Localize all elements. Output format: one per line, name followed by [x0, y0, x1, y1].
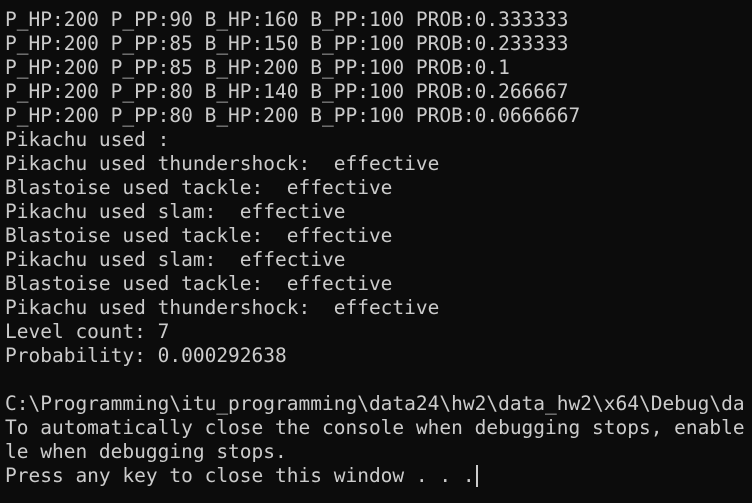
- debug-hint-line-continued: le when debugging stops.: [5, 440, 287, 463]
- console-line: Pikachu used :: [5, 128, 170, 151]
- console-line: P_HP:200 P_PP:80 B_HP:140 B_PP:100 PROB:…: [5, 80, 569, 103]
- console-line: Pikachu used thundershock: effective: [5, 152, 440, 175]
- console-line: Pikachu used slam: effective: [5, 200, 346, 223]
- close-prompt-line: Press any key to close this window . . .: [5, 464, 752, 488]
- console-line: P_HP:200 P_PP:85 B_HP:150 B_PP:100 PROB:…: [5, 32, 569, 55]
- console-line: P_HP:200 P_PP:85 B_HP:200 B_PP:100 PROB:…: [5, 56, 510, 79]
- close-prompt-text: Press any key to close this window . . .: [5, 464, 475, 487]
- console-line: Blastoise used tackle: effective: [5, 224, 393, 247]
- console-window[interactable]: P_HP:200 P_PP:90 B_HP:160 B_PP:100 PROB:…: [0, 0, 752, 503]
- probability-line: Probability: 0.000292638: [5, 344, 287, 367]
- console-line: Blastoise used tackle: effective: [5, 272, 393, 295]
- console-line: Blastoise used tackle: effective: [5, 176, 393, 199]
- executable-path-line: C:\Programming\itu_programming\data24\hw…: [5, 392, 745, 415]
- text-cursor: [475, 465, 478, 487]
- debug-hint-line: To automatically close the console when …: [5, 416, 745, 439]
- console-line: P_HP:200 P_PP:80 B_HP:200 B_PP:100 PROB:…: [5, 104, 581, 127]
- console-line: Pikachu used thundershock: effective: [5, 296, 440, 319]
- console-line: P_HP:200 P_PP:90 B_HP:160 B_PP:100 PROB:…: [5, 8, 569, 31]
- level-count-line: Level count: 7: [5, 320, 170, 343]
- console-line: Pikachu used slam: effective: [5, 248, 346, 271]
